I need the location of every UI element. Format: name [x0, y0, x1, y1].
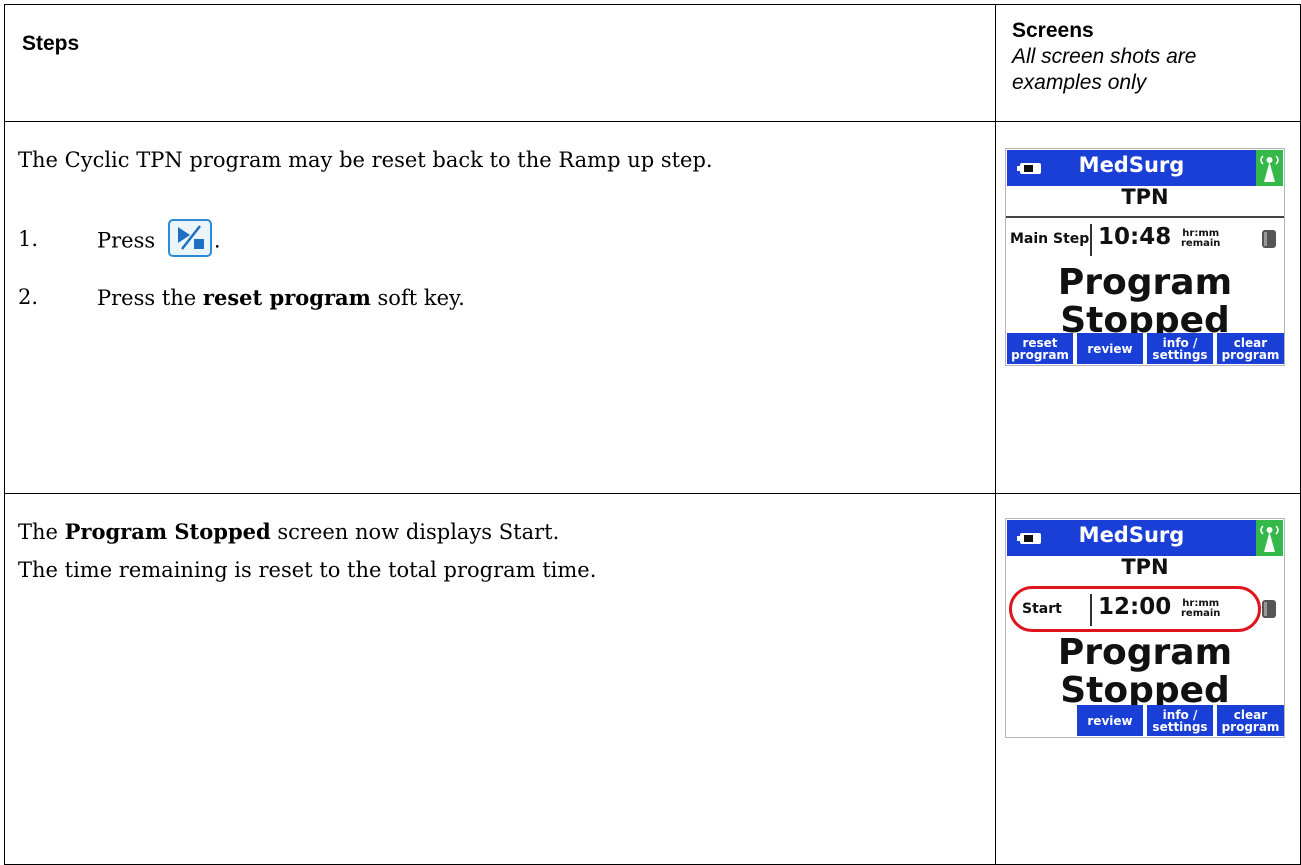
- step2-text: Press the reset program soft key.: [97, 285, 465, 310]
- steps-table: Steps Screens All screen shots are examp…: [4, 4, 1301, 865]
- step1-text: Press .: [97, 219, 221, 257]
- row2-line1: The Program Stopped screen now displays …: [18, 519, 559, 544]
- screen-big-line-1: Program: [1057, 262, 1233, 303]
- screen-time: 10:48: [1098, 224, 1172, 250]
- screen-title-bar: MedSurg: [1007, 150, 1256, 186]
- row2-line1-pre: The: [18, 520, 65, 544]
- screen-big-line-1: Program: [1057, 632, 1233, 673]
- row2-steps-cell: The Program Stopped screen now displays …: [4, 493, 996, 865]
- header-screens-note-1: All screen shots are: [1012, 45, 1197, 68]
- row2-line1-post: screen now displays Start.: [270, 520, 560, 544]
- screen-vbar: [1090, 224, 1092, 256]
- step1-label: Press: [97, 228, 156, 253]
- screen-title-bar: MedSurg: [1007, 520, 1256, 556]
- step2-post: soft key.: [370, 286, 465, 310]
- device-screen-2: MedSurg TPN Start 12:00 hr:mm remain Pro…: [1005, 518, 1285, 738]
- row2-line2: The time remaining is reset to the total…: [18, 558, 597, 582]
- header-screens-cell: Screens All screen shots are examples on…: [995, 4, 1301, 122]
- step2-bold: reset program: [202, 285, 371, 310]
- device-screen-1: MedSurg TPN Main Step 10:48 hr:mm remain: [1005, 148, 1285, 366]
- header-screens-title: Screens: [1012, 19, 1094, 42]
- softkey-info-settings[interactable]: info / settings: [1147, 333, 1213, 364]
- row1-intro: The Cyclic TPN program may be reset back…: [18, 148, 713, 172]
- highlight-oval: [1009, 586, 1261, 632]
- screen-time-unit: hr:mm remain: [1181, 229, 1220, 249]
- step2-pre: Press the: [97, 286, 203, 310]
- softkey-info-settings[interactable]: info / settings: [1147, 705, 1213, 736]
- screen-subtitle: TPN: [1121, 185, 1169, 209]
- row1-steps-cell: The Cyclic TPN program may be reset back…: [4, 121, 996, 494]
- screen-title: MedSurg: [1078, 523, 1185, 547]
- header-screens-note-2: examples only: [1012, 71, 1147, 94]
- screen-divider: [1006, 216, 1284, 218]
- header-steps: Steps: [22, 32, 80, 55]
- screen-subtitle: TPN: [1121, 555, 1169, 579]
- soft-keys: reset program review info / settings clear…: [1006, 331, 1284, 364]
- unit-line-2: remain: [1181, 238, 1221, 249]
- header-steps-cell: Steps: [4, 4, 996, 122]
- container-icon: [1262, 230, 1276, 248]
- step2-number: 2.: [18, 285, 39, 309]
- soft-keys: review info / settings clear program: [1006, 703, 1284, 736]
- play-stop-key-icon: [167, 219, 212, 257]
- softkey-clear-program[interactable]: clear program: [1217, 705, 1284, 736]
- wireless-icon: [1256, 150, 1283, 186]
- container-icon: [1262, 600, 1276, 618]
- screen-title: MedSurg: [1078, 153, 1185, 177]
- softkey-clear-program[interactable]: clear program: [1217, 333, 1284, 364]
- screen-step-label: Main Step: [1010, 231, 1090, 247]
- softkey-review[interactable]: review: [1077, 705, 1143, 736]
- step1-period: .: [213, 228, 221, 253]
- row1-screen-cell: MedSurg TPN Main Step 10:48 hr:mm remain: [995, 121, 1301, 494]
- step1-number: 1.: [18, 227, 39, 251]
- header-screens: Screens All screen shots are examples on…: [996, 5, 1300, 96]
- row2-screen-cell: MedSurg TPN Start 12:00 hr:mm remain Pro…: [995, 493, 1301, 865]
- wireless-icon: [1256, 520, 1283, 556]
- row2-line1-bold: Program Stopped: [64, 519, 271, 544]
- softkey-review[interactable]: review: [1077, 333, 1143, 364]
- softkey-reset-program[interactable]: reset program: [1007, 333, 1073, 364]
